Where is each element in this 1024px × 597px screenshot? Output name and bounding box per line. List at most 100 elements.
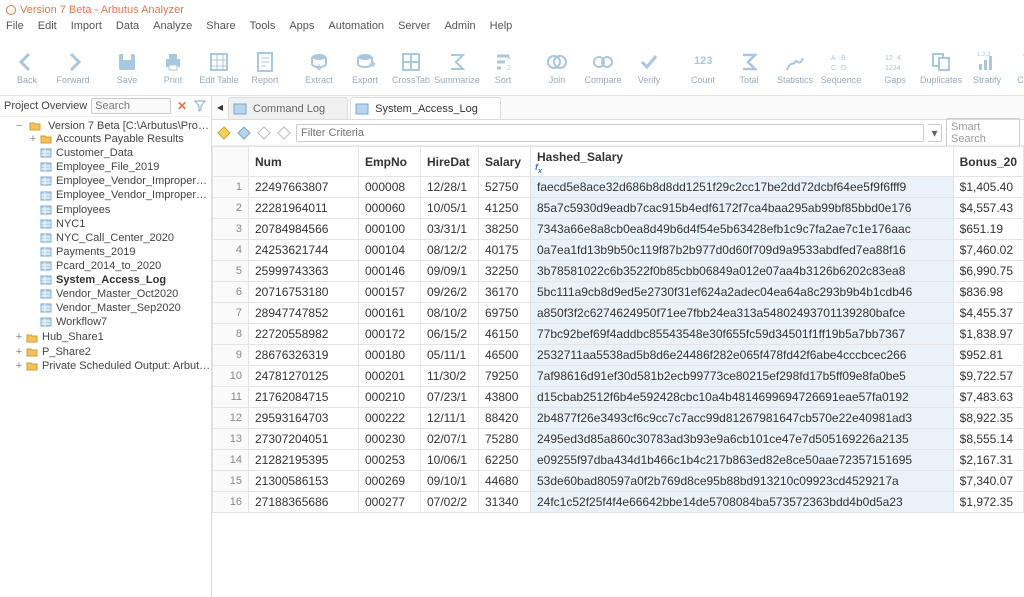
cell-salary[interactable]: 88420 — [479, 408, 531, 429]
cell-hiredate[interactable]: 06/15/2 — [421, 324, 479, 345]
tree-item[interactable]: Employee_File_2019 — [28, 160, 211, 174]
table-row[interactable]: 12249766380700000812/28/152750faecd5e8ac… — [213, 177, 1024, 198]
table-row[interactable]: 102478127012500020111/30/2792507af98616d… — [213, 366, 1024, 387]
verify-button[interactable]: Verify — [628, 48, 670, 87]
cell-hiredate[interactable]: 09/26/2 — [421, 282, 479, 303]
cell-bonus[interactable]: $9,722.57 — [953, 366, 1023, 387]
cell-bonus[interactable]: $1,972.35 — [953, 492, 1023, 513]
cell-bonus[interactable]: $8,922.35 — [953, 408, 1023, 429]
cell-empno[interactable]: 000100 — [359, 219, 421, 240]
cell-num[interactable]: 27307204051 — [249, 429, 359, 450]
tab-cmd[interactable]: Command Log — [228, 97, 348, 119]
cell-empno[interactable]: 000104 — [359, 240, 421, 261]
sort-button[interactable]: AZSort — [482, 48, 524, 87]
cell-empno[interactable]: 000161 — [359, 303, 421, 324]
cell-bonus[interactable]: $8,555.14 — [953, 429, 1023, 450]
table-row[interactable]: 42425362174400010408/12/2401750a7ea1fd13… — [213, 240, 1024, 261]
cell-empno[interactable]: 000060 — [359, 198, 421, 219]
count-button[interactable]: 123Count — [682, 48, 724, 87]
cell-num[interactable]: 29593164703 — [249, 408, 359, 429]
cell-bonus[interactable]: $7,460.02 — [953, 240, 1023, 261]
cell-salary[interactable]: 62250 — [479, 450, 531, 471]
cell-salary[interactable]: 36170 — [479, 282, 531, 303]
diamond-outline-icon[interactable] — [256, 125, 272, 141]
cell-empno[interactable]: 000230 — [359, 429, 421, 450]
cell-hashed-salary[interactable]: 2532711aa5538ad5b8d6e24486f282e065f478fd… — [531, 345, 954, 366]
cell-hashed-salary[interactable]: 24fc1c52f25f4f4e66642bbe14de5708084ba573… — [531, 492, 954, 513]
cell-hiredate[interactable]: 10/05/1 — [421, 198, 479, 219]
cell-bonus[interactable]: $6,990.75 — [953, 261, 1023, 282]
tree-item[interactable]: NYC1 — [28, 217, 211, 231]
cell-salary[interactable]: 46150 — [479, 324, 531, 345]
report-button[interactable]: Report — [244, 48, 286, 87]
column-header[interactable]: Bonus_20 — [953, 147, 1023, 177]
forward-button[interactable]: Forward — [52, 48, 94, 87]
cell-num[interactable]: 22497663807 — [249, 177, 359, 198]
cell-salary[interactable]: 31340 — [479, 492, 531, 513]
cell-salary[interactable]: 75280 — [479, 429, 531, 450]
cell-empno[interactable]: 000157 — [359, 282, 421, 303]
join-button[interactable]: Join — [536, 48, 578, 87]
compare-button[interactable]: Compare — [582, 48, 624, 87]
collapse-icon[interactable]: − — [14, 120, 24, 132]
tree-item[interactable]: +P_Share2 — [14, 345, 211, 359]
menu-analyze[interactable]: Analyze — [153, 20, 192, 38]
cell-salary[interactable]: 38250 — [479, 219, 531, 240]
save-button[interactable]: Save — [106, 48, 148, 87]
cell-num[interactable]: 20784984566 — [249, 219, 359, 240]
cell-num[interactable]: 21282195395 — [249, 450, 359, 471]
column-header[interactable]: Hashed_Salaryfx — [531, 147, 954, 177]
cell-hashed-salary[interactable]: e09255f97dba434d1b466c1b4c217b863ed82e8c… — [531, 450, 954, 471]
column-header[interactable]: Salary — [479, 147, 531, 177]
table-row[interactable]: 52599974336300014609/09/1322503b78581022… — [213, 261, 1024, 282]
gaps-button[interactable]: 1241234Gaps — [874, 48, 916, 87]
tree-item[interactable]: Employee_Vendor_Improper_paymen — [28, 188, 211, 202]
cell-num[interactable]: 28676326319 — [249, 345, 359, 366]
cell-bonus[interactable]: $651.19 — [953, 219, 1023, 240]
cell-empno[interactable]: 000008 — [359, 177, 421, 198]
cell-bonus[interactable]: $1,838.97 — [953, 324, 1023, 345]
cell-num[interactable]: 27188365686 — [249, 492, 359, 513]
cell-hashed-salary[interactable]: 77bc92bef69f4addbc85543548e30f655fc59d34… — [531, 324, 954, 345]
cell-empno[interactable]: 000146 — [359, 261, 421, 282]
cell-hiredate[interactable]: 03/31/1 — [421, 219, 479, 240]
menu-share[interactable]: Share — [206, 20, 235, 38]
cell-hiredate[interactable]: 07/23/1 — [421, 387, 479, 408]
cell-hashed-salary[interactable]: 0a7ea1fd13b9b50c119f87b2b977d0d60f709d9a… — [531, 240, 954, 261]
menu-import[interactable]: Import — [71, 20, 102, 38]
crosstab-button[interactable]: CrossTab — [390, 48, 432, 87]
tree-item[interactable]: Payments_2019 — [28, 245, 211, 259]
cell-bonus[interactable]: $2,167.31 — [953, 450, 1023, 471]
column-header[interactable]: HireDat — [421, 147, 479, 177]
menu-server[interactable]: Server — [398, 20, 430, 38]
cell-hiredate[interactable]: 08/12/2 — [421, 240, 479, 261]
cell-bonus[interactable]: $7,483.63 — [953, 387, 1023, 408]
cell-hashed-salary[interactable]: a850f3f2c6274624950f71ee7fbb24ea313a5480… — [531, 303, 954, 324]
tree-item[interactable]: Customer_Data — [28, 146, 211, 160]
cell-empno[interactable]: 000277 — [359, 492, 421, 513]
cell-num[interactable]: 28947747852 — [249, 303, 359, 324]
cell-bonus[interactable]: $4,557.43 — [953, 198, 1023, 219]
cell-hashed-salary[interactable]: 2495ed3d85a860c30783ad3b93e9a6cb101ce47e… — [531, 429, 954, 450]
table-row[interactable]: 142128219539500025310/06/162250e09255f97… — [213, 450, 1024, 471]
cell-salary[interactable]: 79250 — [479, 366, 531, 387]
edit-table-button[interactable]: Edit Table — [198, 48, 240, 87]
print-button[interactable]: Print — [152, 48, 194, 87]
cell-salary[interactable]: 41250 — [479, 198, 531, 219]
cell-hashed-salary[interactable]: 85a7c5930d9eadb7cac915b4edf6172f7ca4baa2… — [531, 198, 954, 219]
cell-hashed-salary[interactable]: 5bc111a9cb8d9ed5e2730f31ef624a2adec04ea6… — [531, 282, 954, 303]
table-row[interactable]: 72894774785200016108/10/269750a850f3f2c6… — [213, 303, 1024, 324]
cell-num[interactable]: 22281964011 — [249, 198, 359, 219]
cell-num[interactable]: 24781270125 — [249, 366, 359, 387]
cell-num[interactable]: 21762084715 — [249, 387, 359, 408]
cell-empno[interactable]: 000222 — [359, 408, 421, 429]
cell-num[interactable]: 21300586153 — [249, 471, 359, 492]
tree-item[interactable]: Vendor_Master_Oct2020 — [28, 287, 211, 301]
back-button[interactable]: Back — [6, 48, 48, 87]
total-button[interactable]: Total — [728, 48, 770, 87]
extract-button[interactable]: Extract — [298, 48, 340, 87]
cell-hiredate[interactable]: 05/11/1 — [421, 345, 479, 366]
tree-item[interactable]: System_Access_Log — [28, 273, 211, 287]
cell-hiredate[interactable]: 12/28/1 — [421, 177, 479, 198]
column-header[interactable]: Num — [249, 147, 359, 177]
